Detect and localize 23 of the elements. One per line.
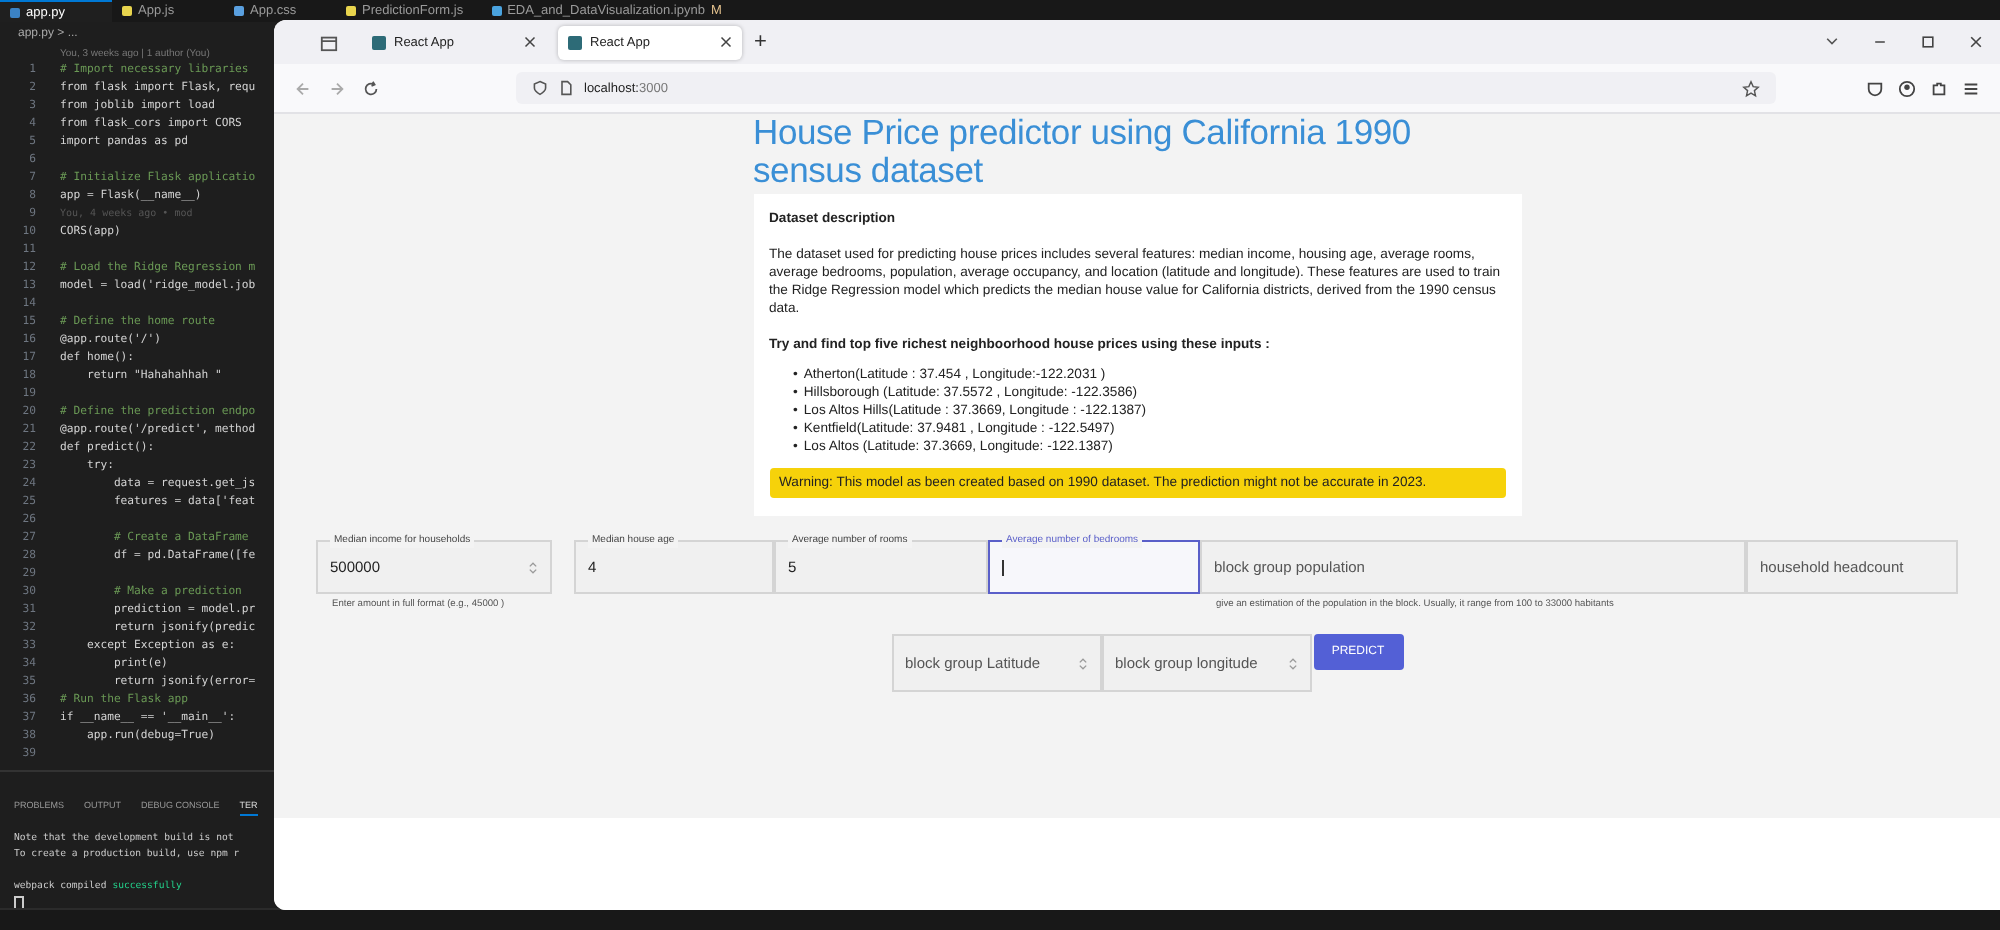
close-icon[interactable] bbox=[524, 36, 536, 48]
close-icon[interactable] bbox=[1968, 34, 1984, 50]
react-icon bbox=[568, 35, 582, 49]
chevron-down-icon[interactable] bbox=[1824, 34, 1840, 50]
maximize-icon[interactable] bbox=[1920, 34, 1936, 50]
account-icon[interactable] bbox=[1898, 79, 1916, 97]
pocket-icon[interactable] bbox=[1866, 79, 1884, 97]
reload-icon[interactable] bbox=[362, 79, 380, 97]
file-icon bbox=[491, 6, 502, 16]
menu-icon[interactable] bbox=[1962, 79, 1980, 97]
page-icon bbox=[558, 80, 574, 96]
file-icon bbox=[10, 7, 20, 17]
file-icon bbox=[234, 6, 244, 16]
shield-icon bbox=[532, 80, 548, 96]
react-icon bbox=[372, 35, 386, 49]
file-icon bbox=[122, 6, 132, 16]
tab-list-icon[interactable] bbox=[320, 33, 338, 51]
page-title: House Price predictor using California 1990 sensus dataset bbox=[753, 114, 1413, 190]
file-icon bbox=[346, 6, 356, 16]
close-icon[interactable] bbox=[720, 36, 732, 48]
star-icon[interactable] bbox=[1742, 79, 1760, 97]
extensions-icon[interactable] bbox=[1930, 79, 1948, 97]
new-tab-button[interactable]: + bbox=[754, 30, 767, 54]
